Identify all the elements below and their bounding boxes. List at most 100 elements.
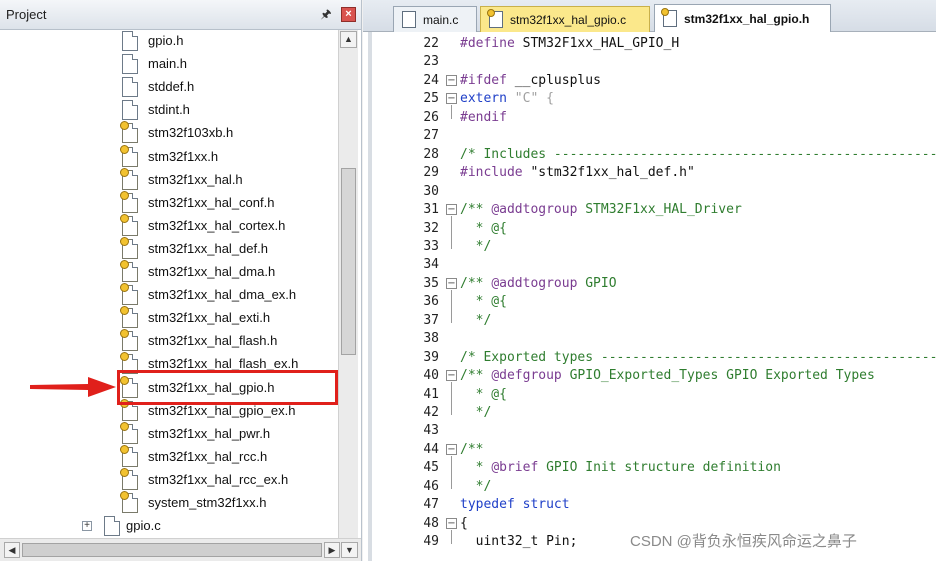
tree-item-file[interactable]: stm32f1xx.h [0, 145, 338, 168]
line-number: 40 [423, 368, 439, 383]
code-text: #define STM32F1xx_HAL_GPIO_H [460, 36, 680, 51]
expand-icon[interactable]: + [82, 521, 92, 531]
horizontal-scrollbar-thumb[interactable] [22, 543, 322, 557]
tab-stm32f1xx-hal-gpio-h[interactable]: stm32f1xx_hal_gpio.h [654, 4, 831, 32]
tree-item-file[interactable]: stm32f1xx_hal_rcc.h [0, 445, 338, 468]
file-icon [122, 54, 138, 74]
line-number: 42 [423, 405, 439, 420]
code-line[interactable]: 25− extern "C" { [363, 90, 936, 108]
scroll-up-button[interactable]: ▲ [340, 31, 357, 48]
tree-item-file[interactable]: stm32f1xx_hal_dma.h [0, 260, 338, 283]
code-line[interactable]: 22 #define STM32F1xx_HAL_GPIO_H [363, 35, 936, 53]
red-arrow-annotation [30, 377, 116, 397]
highlight-box [117, 370, 338, 405]
vertical-scrollbar[interactable]: ▲ [338, 30, 358, 538]
code-line[interactable]: 32 * @{ [363, 220, 936, 238]
code-line[interactable]: 41 * @{ [363, 386, 936, 404]
file-key-icon [120, 214, 138, 236]
code-line[interactable]: 46 */ [363, 478, 936, 496]
code-line[interactable]: 27 [363, 127, 936, 145]
code-line[interactable]: 42 */ [363, 404, 936, 422]
line-number: 28 [423, 147, 439, 162]
line-number: 39 [423, 350, 439, 365]
code-text: */ [460, 313, 492, 328]
code-line[interactable]: 34 [363, 256, 936, 274]
tree-item-file[interactable]: stm32f103xb.h [0, 121, 338, 144]
code-line[interactable]: 33 */ [363, 238, 936, 256]
tree-item-file[interactable]: stm32f1xx_hal_conf.h [0, 191, 338, 214]
code-line[interactable]: 45 * @brief GPIO Init structure definiti… [363, 459, 936, 477]
scroll-down-button[interactable]: ▼ [341, 542, 358, 558]
code-line[interactable]: 28 /* Includes --------------------------… [363, 146, 936, 164]
line-number: 23 [423, 54, 439, 69]
file-key-icon [120, 283, 138, 305]
panel-title: Project [6, 7, 47, 22]
code-line[interactable]: 43 [363, 422, 936, 440]
code-line[interactable]: 37 */ [363, 312, 936, 330]
tree-item-label: stm32f103xb.h [148, 125, 234, 140]
code-line[interactable]: 24− #ifdef __cplusplus [363, 72, 936, 90]
project-panel: Project 🖈 × gpio.h main.h stddef.h stdint.h… [0, 0, 362, 561]
fold-toggle-icon[interactable]: − [446, 444, 457, 455]
tree-item-file[interactable]: stm32f1xx_hal_def.h [0, 237, 338, 260]
pin-icon[interactable]: 🖈 [319, 7, 333, 21]
line-number: 38 [423, 331, 439, 346]
line-number: 30 [423, 184, 439, 199]
tree-item-file[interactable]: stm32f1xx_hal.h [0, 168, 338, 191]
file-key-icon [120, 422, 138, 444]
tree-item-label: stm32f1xx_hal_flash.h [148, 333, 278, 348]
tab-stm32f1xx-hal-gpio-c[interactable]: stm32f1xx_hal_gpio.c [480, 6, 650, 32]
tree-item-label: system_stm32f1xx.h [148, 495, 267, 510]
close-icon[interactable]: × [341, 7, 356, 22]
code-line[interactable]: 40−/** @defgroup GPIO_Exported_Types GPI… [363, 367, 936, 385]
tree-item-file[interactable]: stm32f1xx_hal_pwr.h [0, 422, 338, 445]
file-key-icon [120, 306, 138, 328]
code-text: extern "C" { [460, 91, 554, 106]
fold-guide-line [451, 530, 452, 544]
fold-toggle-icon[interactable]: − [446, 278, 457, 289]
fold-toggle-icon[interactable]: − [446, 93, 457, 104]
fold-toggle-icon[interactable]: − [446, 75, 457, 86]
tree-item-file[interactable]: stm32f1xx_hal_cortex.h [0, 214, 338, 237]
line-number: 45 [423, 460, 439, 475]
code-line[interactable]: 23 [363, 53, 936, 71]
scrollbar-thumb[interactable] [341, 168, 356, 355]
scroll-left-button[interactable]: ◀ [4, 542, 20, 558]
code-line[interactable]: 26 #endif [363, 109, 936, 127]
horizontal-scrollbar[interactable]: ◀ ▶ ▼ [0, 538, 361, 561]
code-line[interactable]: 38 [363, 330, 936, 348]
code-line[interactable]: 29 #include "stm32f1xx_hal_def.h" [363, 164, 936, 182]
tree-item-gpio-c[interactable]: + gpio.c [0, 515, 338, 537]
line-number: 47 [423, 497, 439, 512]
tree-item-label: stm32f1xx_hal_rcc.h [148, 449, 268, 464]
tree-item-file[interactable]: system_stm32f1xx.h [0, 491, 338, 514]
line-number: 29 [423, 165, 439, 180]
code-line[interactable]: 35−/** @addtogroup GPIO [363, 275, 936, 293]
code-line[interactable]: 30 [363, 183, 936, 201]
code-line[interactable]: 36 * @{ [363, 293, 936, 311]
tree-item-label: stm32f1xx.h [148, 149, 219, 164]
code-text: */ [460, 405, 492, 420]
line-number: 32 [423, 221, 439, 236]
tree-item-file[interactable]: main.h [0, 53, 338, 75]
tree-item-file[interactable]: stdint.h [0, 99, 338, 121]
tab-main-c[interactable]: main.c [393, 6, 477, 32]
tree-item-file[interactable]: gpio.h [0, 30, 338, 52]
fold-toggle-icon[interactable]: − [446, 518, 457, 529]
tab-label: main.c [423, 13, 459, 27]
tree-item-file[interactable]: stddef.h [0, 76, 338, 98]
code-line[interactable]: 39 /* Exported types --------------------… [363, 349, 936, 367]
file-key-icon [120, 121, 138, 143]
fold-toggle-icon[interactable]: − [446, 204, 457, 215]
tree-item-file[interactable]: stm32f1xx_hal_exti.h [0, 306, 338, 329]
code-line[interactable]: 31−/** @addtogroup STM32F1xx_HAL_Driver [363, 201, 936, 219]
code-line[interactable]: 44−/** [363, 441, 936, 459]
tree-item-file[interactable]: stm32f1xx_hal_rcc_ex.h [0, 468, 338, 491]
fold-toggle-icon[interactable]: − [446, 370, 457, 381]
code-editor[interactable]: 22 #define STM32F1xx_HAL_GPIO_H 23 24− #ifde… [363, 32, 936, 561]
tree-item-file[interactable]: stm32f1xx_hal_dma_ex.h [0, 283, 338, 306]
scroll-right-button[interactable]: ▶ [324, 542, 340, 558]
code-line[interactable]: 47 typedef struct [363, 496, 936, 514]
tree-item-label: stm32f1xx_hal_flash_ex.h [148, 356, 299, 371]
tree-item-file[interactable]: stm32f1xx_hal_flash.h [0, 329, 338, 352]
